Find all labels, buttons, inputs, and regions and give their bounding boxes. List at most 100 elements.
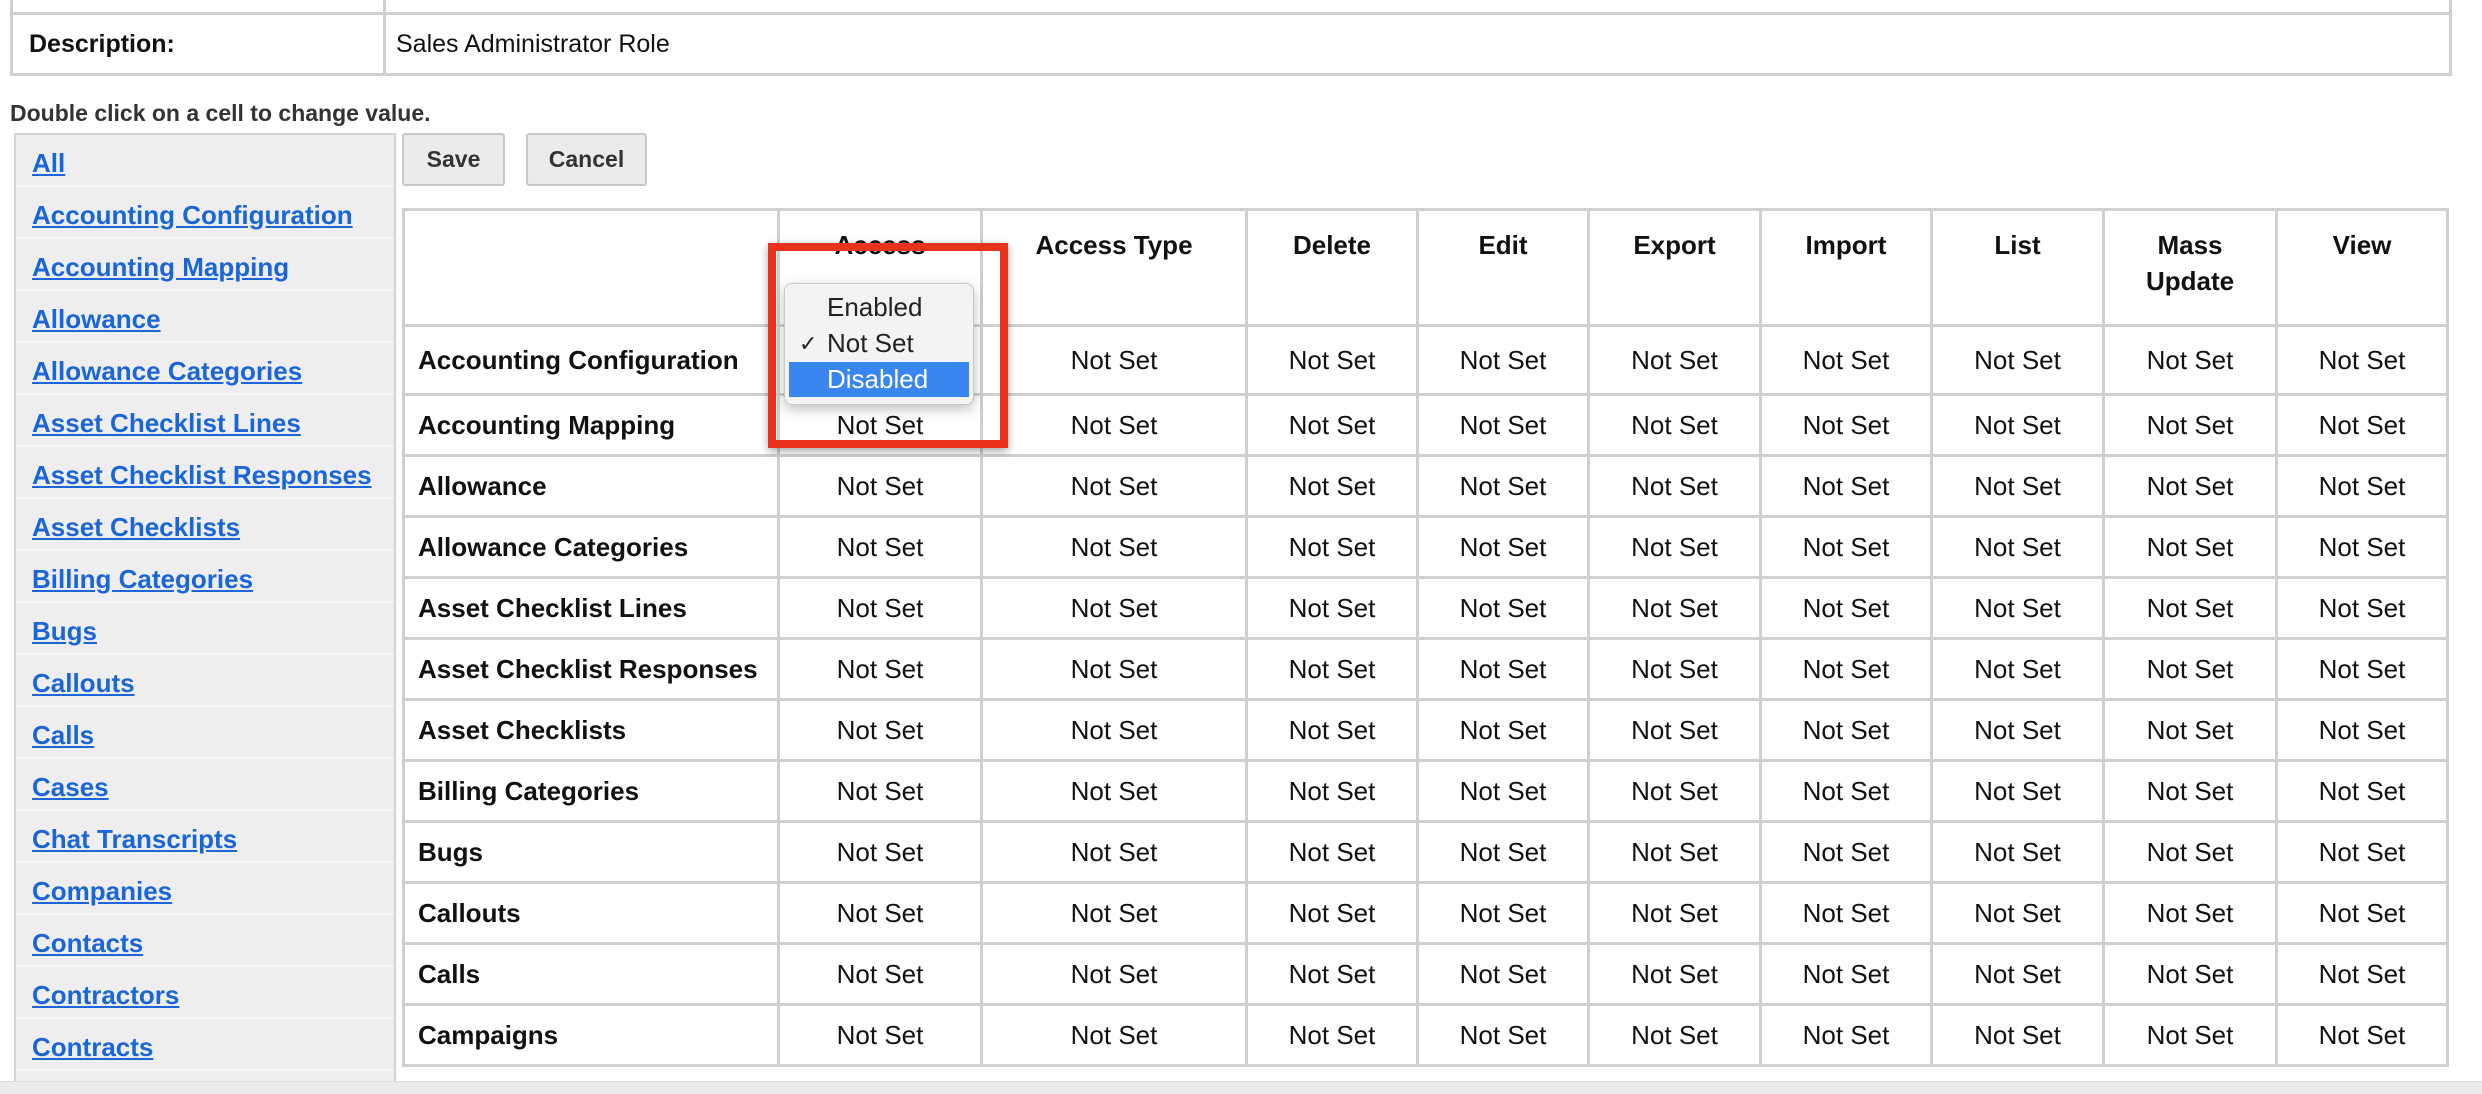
permission-cell[interactable]: Not Set — [2275, 1003, 2449, 1067]
permission-cell[interactable]: Not Set — [777, 942, 983, 1006]
permission-cell[interactable]: Not Set — [1416, 637, 1590, 701]
permission-cell[interactable]: Not Set — [777, 759, 983, 823]
permission-cell[interactable]: Not Set — [980, 881, 1248, 945]
permission-cell[interactable]: Not Set — [2102, 393, 2278, 457]
permission-cell[interactable]: Not Set — [1759, 393, 1933, 457]
dropdown-option-disabled[interactable]: Disabled — [789, 362, 969, 397]
permission-cell[interactable]: Not Set — [980, 393, 1248, 457]
permission-cell[interactable]: Not Set — [2102, 515, 2278, 579]
permission-cell[interactable]: Not Set — [980, 1003, 1248, 1067]
permission-cell[interactable]: Not Set — [1587, 454, 1762, 518]
permission-cell[interactable]: Not Set — [2275, 942, 2449, 1006]
permission-cell[interactable]: Not Set — [1930, 759, 2105, 823]
sidebar-item-cases[interactable]: Cases — [16, 759, 394, 811]
permission-cell[interactable]: Not Set — [777, 698, 983, 762]
sidebar-item-companies[interactable]: Companies — [16, 863, 394, 915]
permission-cell[interactable]: Not Set — [980, 454, 1248, 518]
sidebar-item-accounting-configuration[interactable]: Accounting Configuration — [16, 187, 394, 239]
permission-cell[interactable]: Not Set — [1587, 324, 1762, 396]
permission-cell[interactable]: Not Set — [1416, 1003, 1590, 1067]
sidebar-item-contracts[interactable]: Contracts — [16, 1019, 394, 1071]
permission-cell[interactable]: Not Set — [2102, 576, 2278, 640]
permission-cell[interactable]: Not Set — [2275, 454, 2449, 518]
permission-cell[interactable]: Not Set — [1245, 759, 1419, 823]
permission-cell[interactable]: Not Set — [2275, 393, 2449, 457]
permission-cell[interactable]: Not Set — [777, 637, 983, 701]
permission-cell[interactable]: Not Set — [1416, 454, 1590, 518]
sidebar-item-asset-checklist-responses[interactable]: Asset Checklist Responses — [16, 447, 394, 499]
permission-cell[interactable]: Not Set — [2102, 324, 2278, 396]
sidebar-item-all[interactable]: All — [16, 135, 394, 187]
dropdown-option-enabled[interactable]: Enabled — [789, 290, 969, 325]
sidebar-item-bugs[interactable]: Bugs — [16, 603, 394, 655]
permission-cell[interactable]: Not Set — [1930, 698, 2105, 762]
permission-cell[interactable]: Not Set — [1759, 324, 1933, 396]
sidebar-item-allowance[interactable]: Allowance — [16, 291, 394, 343]
permission-cell[interactable]: Not Set — [1245, 324, 1419, 396]
sidebar-item-billing-categories[interactable]: Billing Categories — [16, 551, 394, 603]
permission-cell[interactable]: Not Set — [2102, 637, 2278, 701]
description-value[interactable]: Sales Administrator Role — [396, 30, 670, 59]
permission-cell[interactable]: Not Set — [1930, 393, 2105, 457]
permission-cell[interactable]: Not Set — [1759, 881, 1933, 945]
permission-cell[interactable]: Not Set — [777, 881, 983, 945]
permission-cell[interactable]: Not Set — [1930, 324, 2105, 396]
sidebar-item-allowance-categories[interactable]: Allowance Categories — [16, 343, 394, 395]
permission-cell[interactable]: Not Set — [2275, 759, 2449, 823]
permission-cell[interactable]: Not Set — [1587, 759, 1762, 823]
permission-cell[interactable]: Not Set — [1245, 942, 1419, 1006]
permission-cell[interactable]: Not Set — [1759, 576, 1933, 640]
permission-cell[interactable]: Not Set — [2275, 820, 2449, 884]
sidebar-item-accounting-mapping[interactable]: Accounting Mapping — [16, 239, 394, 291]
sidebar-item-callouts[interactable]: Callouts — [16, 655, 394, 707]
permission-cell[interactable]: Not Set — [1759, 820, 1933, 884]
permission-cell[interactable]: Not Set — [2102, 698, 2278, 762]
permission-cell[interactable]: Not Set — [777, 820, 983, 884]
permission-cell[interactable]: Not Set — [1930, 1003, 2105, 1067]
sidebar-item-chat-transcripts[interactable]: Chat Transcripts — [16, 811, 394, 863]
permission-cell[interactable]: Not Set — [980, 637, 1248, 701]
permission-cell[interactable]: Not Set — [1587, 698, 1762, 762]
permission-cell[interactable]: Not Set — [2275, 698, 2449, 762]
permission-cell[interactable]: Not Set — [2275, 576, 2449, 640]
permission-cell[interactable]: Not Set — [1416, 698, 1590, 762]
permission-cell[interactable]: Not Set — [1930, 881, 2105, 945]
permission-cell[interactable]: Not Set — [1416, 759, 1590, 823]
permission-cell[interactable]: Not Set — [1759, 942, 1933, 1006]
permission-cell[interactable]: Not Set — [1245, 881, 1419, 945]
permission-cell[interactable]: Not Set — [1245, 393, 1419, 457]
permission-cell[interactable]: Not Set — [1587, 881, 1762, 945]
permission-cell[interactable]: Not Set — [777, 1003, 983, 1067]
permission-cell[interactable]: Not Set — [1759, 698, 1933, 762]
permission-cell[interactable]: Not Set — [1759, 1003, 1933, 1067]
permission-cell[interactable]: Not Set — [2275, 515, 2449, 579]
permission-cell[interactable]: Not Set — [1245, 1003, 1419, 1067]
permission-cell[interactable]: Not Set — [1759, 637, 1933, 701]
permission-cell[interactable]: Not Set — [1245, 637, 1419, 701]
permission-cell[interactable]: Not Set — [2102, 759, 2278, 823]
permission-cell[interactable]: Not Set — [1245, 698, 1419, 762]
permission-cell[interactable]: Not Set — [980, 576, 1248, 640]
permission-cell[interactable]: Not Set — [1759, 515, 1933, 579]
permission-cell[interactable]: Not Set — [1416, 881, 1590, 945]
permission-cell[interactable]: Not Set — [1245, 454, 1419, 518]
permission-cell[interactable]: Not Set — [1245, 576, 1419, 640]
sidebar-item-contractors[interactable]: Contractors — [16, 967, 394, 1019]
permission-cell[interactable]: Not Set — [980, 820, 1248, 884]
permission-cell[interactable]: Not Set — [1930, 637, 2105, 701]
permission-cell[interactable]: Not Set — [980, 698, 1248, 762]
permission-cell[interactable]: Not Set — [2102, 881, 2278, 945]
permission-cell[interactable]: Not Set — [2275, 637, 2449, 701]
permission-cell[interactable]: Not Set — [777, 576, 983, 640]
permission-cell[interactable]: Not Set — [1416, 393, 1590, 457]
permission-cell[interactable]: Not Set — [1587, 1003, 1762, 1067]
save-button[interactable]: Save — [402, 133, 505, 186]
permission-cell[interactable]: Not Set — [1587, 942, 1762, 1006]
permission-cell[interactable]: Not Set — [2102, 942, 2278, 1006]
permission-cell[interactable]: Not Set — [1245, 820, 1419, 884]
permission-cell[interactable]: Not Set — [1416, 515, 1590, 579]
cancel-button[interactable]: Cancel — [526, 133, 647, 186]
sidebar-item-contacts[interactable]: Contacts — [16, 915, 394, 967]
permission-cell[interactable]: Not Set — [980, 942, 1248, 1006]
permission-cell[interactable]: Not Set — [1245, 515, 1419, 579]
